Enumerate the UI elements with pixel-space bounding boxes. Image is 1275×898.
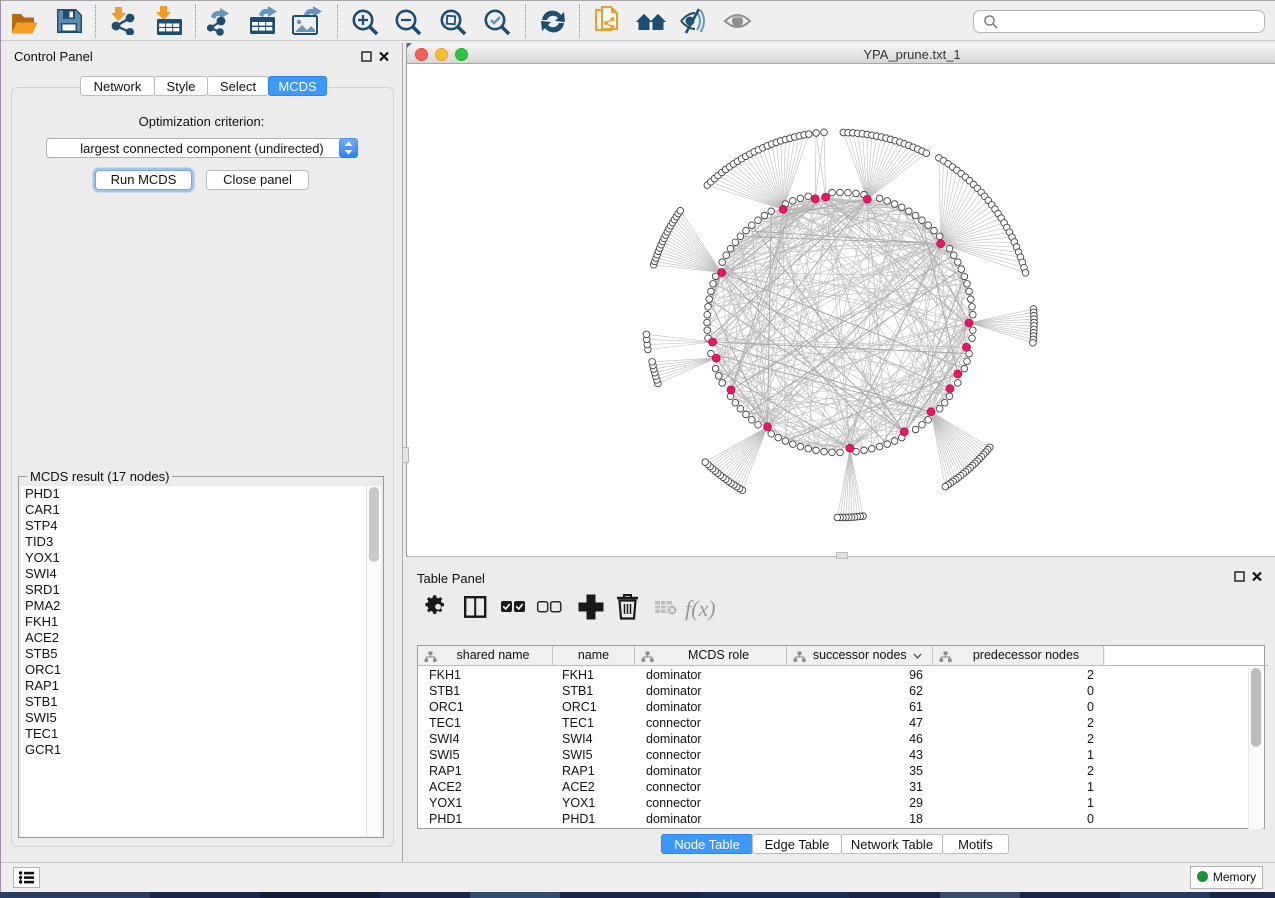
svg-text:f(x): f(x)	[685, 596, 716, 621]
